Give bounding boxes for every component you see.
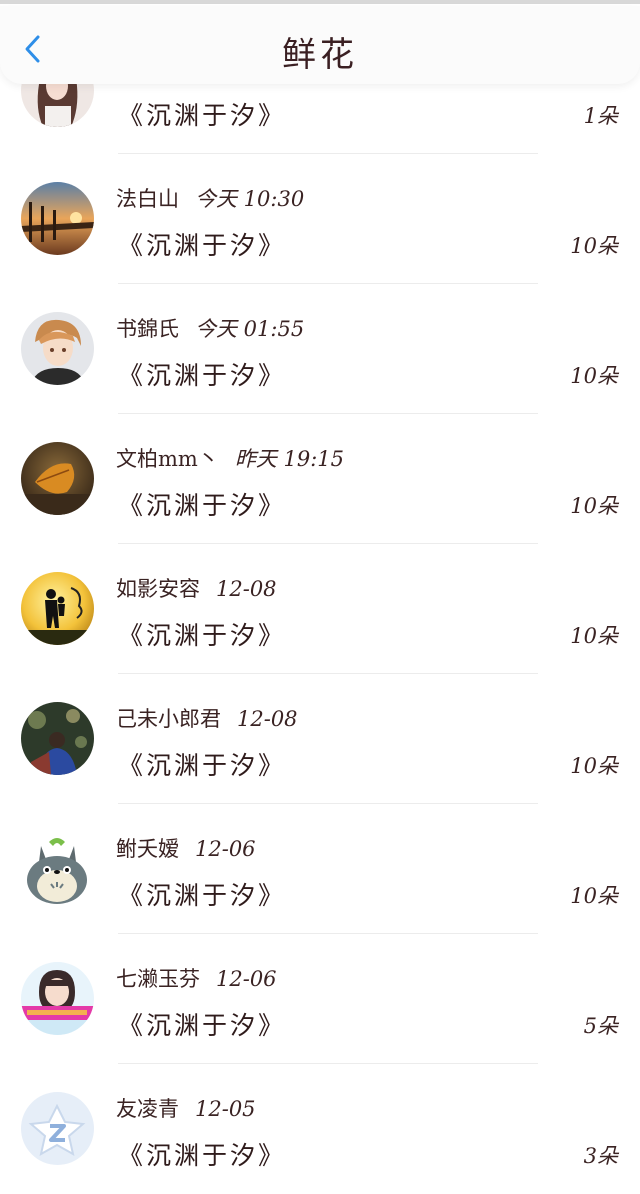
user-name[interactable]: 己未小郎君 [116, 707, 221, 731]
timestamp: 12-06 [195, 837, 256, 861]
book-title: 《沉渊于汐》 [118, 101, 287, 130]
flower-count: 10朵 [570, 754, 618, 778]
flower-count: 5朵 [583, 1014, 618, 1038]
list-item[interactable]: 己未小郎君 12-08 《沉渊于汐》 10朵 [0, 674, 640, 804]
user-line: 如影安容 12-08 [116, 573, 277, 603]
book-title: 《沉渊于汐》 [118, 751, 287, 780]
user-line: 友凌青 12-05 [116, 1093, 256, 1123]
user-line: 法白山 今天 10:30 [116, 183, 304, 213]
user-line: 书錦氏 今天 01:55 [116, 313, 304, 343]
timestamp: 12-08 [216, 577, 277, 601]
user-name[interactable]: 法白山 [116, 187, 179, 211]
user-line: 鲋夭嫒 12-06 [116, 833, 256, 863]
user-line: 七濑玉芬 12-06 [116, 963, 277, 993]
list-item[interactable]: 书錦氏 今天 01:55 《沉渊于汐》 10朵 [0, 284, 640, 414]
avatar [21, 962, 94, 1035]
flower-count: 10朵 [570, 364, 618, 388]
avatar [21, 832, 94, 905]
timestamp: 12-05 [195, 1097, 256, 1121]
timestamp: 12-06 [216, 967, 277, 991]
user-name[interactable]: 文柏mm丶 [116, 447, 219, 471]
avatar [21, 442, 94, 515]
avatar [21, 702, 94, 775]
user-name[interactable]: 鲋夭嫒 [116, 837, 179, 861]
avatar [21, 572, 94, 645]
flower-count: 10朵 [570, 494, 618, 518]
avatar [21, 312, 94, 385]
timestamp: 昨天 19:15 [234, 447, 345, 471]
user-name[interactable]: 七濑玉芬 [116, 967, 200, 991]
avatar [21, 182, 94, 255]
list-item[interactable]: 七濑玉芬 12-06 《沉渊于汐》 5朵 [0, 934, 640, 1064]
timestamp: 12-08 [237, 707, 298, 731]
list-item[interactable]: 鲋夭嫒 12-06 《沉渊于汐》 10朵 [0, 804, 640, 934]
flower-count: 10朵 [570, 234, 618, 258]
avatar [21, 1092, 94, 1165]
book-title: 《沉渊于汐》 [118, 491, 287, 520]
book-title: 《沉渊于汐》 [118, 1011, 287, 1040]
list-item[interactable]: 文柏mm丶 昨天 19:15 《沉渊于汐》 10朵 [0, 414, 640, 544]
timestamp: 今天 10:30 [195, 187, 305, 211]
header-bar: 鲜花 [0, 6, 640, 84]
list-item[interactable]: 法白山 今天 10:30 《沉渊于汐》 10朵 [0, 154, 640, 284]
list-item[interactable]: 友凌青 12-05 《沉渊于汐》 3朵 [0, 1064, 640, 1194]
user-line: 文柏mm丶 昨天 19:15 [116, 443, 344, 473]
user-name[interactable]: 友凌青 [116, 1097, 179, 1121]
book-title: 《沉渊于汐》 [118, 361, 287, 390]
page-title: 鲜花 [282, 35, 358, 75]
flower-count: 10朵 [570, 624, 618, 648]
book-title: 《沉渊于汐》 [118, 1141, 287, 1170]
flower-count: 10朵 [570, 884, 618, 908]
book-title: 《沉渊于汐》 [118, 881, 287, 910]
status-line [0, 0, 640, 4]
book-title: 《沉渊于汐》 [118, 621, 287, 650]
flower-count: 1朵 [583, 104, 618, 128]
user-line: 己未小郎君 12-08 [116, 703, 298, 733]
book-title: 《沉渊于汐》 [118, 231, 287, 260]
flower-count: 3朵 [583, 1144, 618, 1168]
list-item[interactable]: 如影安容 12-08 《沉渊于汐》 10朵 [0, 544, 640, 674]
timestamp: 今天 01:55 [195, 317, 305, 341]
user-name[interactable]: 书錦氏 [116, 317, 179, 341]
user-name[interactable]: 如影安容 [116, 577, 200, 601]
